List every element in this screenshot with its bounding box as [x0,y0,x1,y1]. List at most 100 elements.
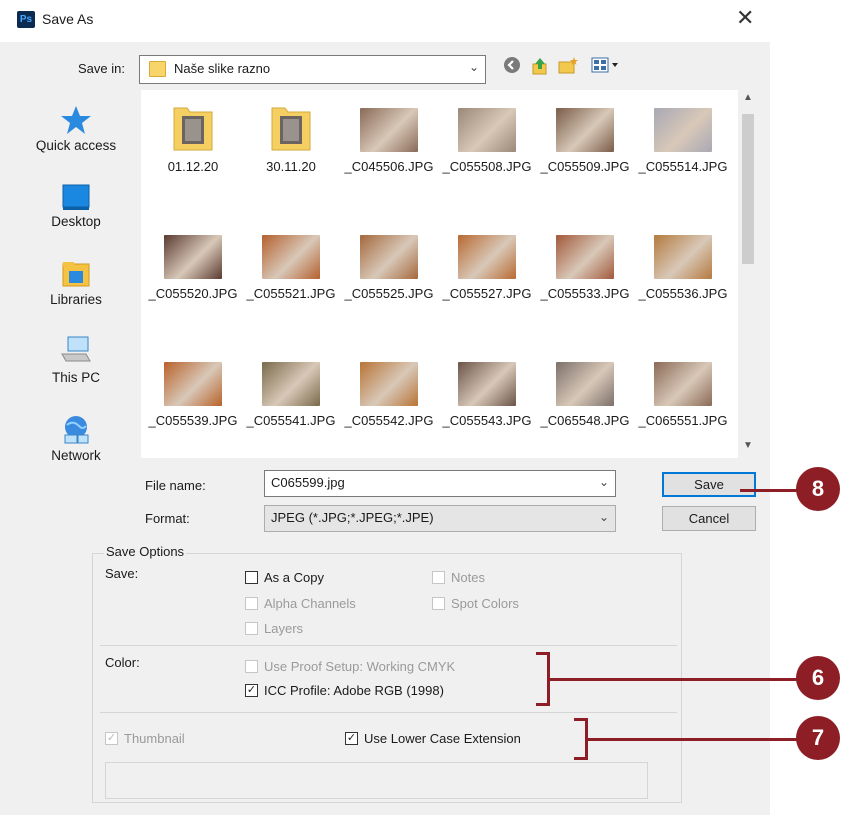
layers-checkbox[interactable]: Layers [245,621,303,636]
use-proof-setup-checkbox[interactable]: Use Proof Setup: Working CMYK [245,659,455,674]
format-value: JPEG (*.JPG;*.JPEG;*.JPE) [271,510,434,525]
file-item[interactable]: _C055509.JPG [535,102,635,174]
callout-line [547,678,797,681]
file-list-pane[interactable]: 01.12.20 30.11.20 _C045506.JPG _C055508.JPG… [141,90,758,458]
image-thumbnail [458,235,516,279]
format-label: Format: [145,511,190,526]
place-this-pc[interactable]: This PC [19,334,133,385]
file-name: _C055539.JPG [148,413,238,428]
file-name: _C055525.JPG [344,286,434,301]
place-label: Quick access [35,138,117,153]
callout-bracket [574,757,588,760]
callout-line [585,738,797,741]
file-name: _C055521.JPG [246,286,336,301]
file-name: _C055542.JPG [344,413,434,428]
file-item[interactable]: _C055525.JPG [339,229,439,301]
file-name: _C055509.JPG [540,159,630,174]
scroll-up-icon[interactable]: ▲ [743,92,753,103]
file-item[interactable]: _C065548.JPG [535,356,635,428]
place-network[interactable]: Network [19,412,133,463]
image-thumbnail [556,362,614,406]
file-item[interactable]: _C055539.JPG [143,356,243,428]
title-bar: Ps Save As ✕ [0,0,770,42]
callout-bracket [536,652,550,655]
save-in-dropdown[interactable]: Naše slike razno ⌄ [139,55,486,84]
file-item[interactable]: _C055536.JPG [633,229,733,301]
file-name: _C065551.JPG [638,413,728,428]
checkbox-box[interactable] [432,597,445,610]
folder-item[interactable]: 30.11.20 [241,102,341,174]
back-icon[interactable] [500,56,524,80]
spot-colors-checkbox[interactable]: Spot Colors [432,596,519,611]
place-desktop[interactable]: Desktop [19,182,133,229]
folder-icon [172,102,214,152]
image-thumbnail [164,362,222,406]
file-item[interactable]: _C055542.JPG [339,356,439,428]
star-icon [61,106,91,134]
cancel-button[interactable]: Cancel [662,506,756,531]
save-as-dialog: Ps Save As ✕ Save in: Naše slike razno ⌄… [0,0,770,815]
image-thumbnail [360,362,418,406]
file-name: 30.11.20 [266,159,316,174]
save-options-title: Save Options [104,544,187,559]
format-dropdown[interactable]: JPEG (*.JPG;*.JPEG;*.JPE) ⌄ [264,505,616,532]
checkbox-box[interactable] [245,571,258,584]
lower-case-extension-checkbox[interactable]: ✓ Use Lower Case Extension [345,731,521,746]
checkmark-icon[interactable]: ✓ [105,732,118,745]
scroll-down-icon[interactable]: ▼ [743,440,753,451]
network-icon [64,416,89,444]
color-label: Color: [105,655,140,670]
up-folder-icon[interactable] [528,56,552,80]
file-item[interactable]: _C055541.JPG [241,356,341,428]
photoshop-app-icon: Ps [17,11,35,28]
file-name-field[interactable]: C065599.jpg ⌄ [264,470,616,497]
close-icon[interactable]: ✕ [736,5,754,31]
checkbox-box[interactable] [245,622,258,635]
file-item[interactable]: _C055521.JPG [241,229,341,301]
window-title: Save As [42,11,94,27]
place-libraries[interactable]: Libraries [19,258,133,307]
divider [100,712,677,713]
file-name-value: C065599.jpg [271,475,345,490]
computer-icon [61,336,91,362]
image-thumbnail [458,108,516,152]
chevron-down-icon[interactable]: ⌄ [599,475,609,489]
view-menu-icon[interactable] [588,56,624,80]
checkbox-box[interactable] [432,571,445,584]
image-thumbnail [360,108,418,152]
checkbox-box[interactable] [245,597,258,610]
scroll-thumb[interactable] [742,114,754,264]
file-item[interactable]: _C055520.JPG [143,229,243,301]
file-item[interactable]: _C055533.JPG [535,229,635,301]
file-item[interactable]: _C055508.JPG [437,102,537,174]
file-name: _C055533.JPG [540,286,630,301]
checkbox-label: ICC Profile: Adobe RGB (1998) [264,683,444,698]
folder-item[interactable]: 01.12.20 [143,102,243,174]
checkbox-box[interactable] [245,660,258,673]
file-item[interactable]: _C055543.JPG [437,356,537,428]
checkbox-label: Notes [451,570,485,585]
as-a-copy-checkbox[interactable]: As a Copy [245,570,324,585]
image-thumbnail [262,362,320,406]
icc-profile-checkbox[interactable]: ✓ ICC Profile: Adobe RGB (1998) [245,683,444,698]
file-item[interactable]: _C055514.JPG [633,102,733,174]
notes-checkbox[interactable]: Notes [432,570,485,585]
save-button[interactable]: Save [662,472,756,497]
alpha-channels-checkbox[interactable]: Alpha Channels [245,596,356,611]
checkmark-icon[interactable]: ✓ [345,732,358,745]
file-name: _C055527.JPG [442,286,532,301]
divider [100,645,677,646]
thumbnail-checkbox[interactable]: ✓ Thumbnail [105,731,185,746]
file-name: 01.12.20 [167,159,219,174]
image-thumbnail [654,108,712,152]
callout-line [740,489,797,492]
libraries-icon [62,262,90,287]
file-item[interactable]: _C045506.JPG [339,102,439,174]
checkmark-icon[interactable]: ✓ [245,684,258,697]
place-quick-access[interactable]: Quick access [19,104,133,153]
file-item[interactable]: _C065551.JPG [633,356,733,428]
file-item[interactable]: _C055527.JPG [437,229,537,301]
file-list-scrollbar[interactable]: ▲ ▼ [738,90,758,458]
new-folder-icon[interactable] [556,56,580,80]
place-label: Libraries [50,292,102,307]
